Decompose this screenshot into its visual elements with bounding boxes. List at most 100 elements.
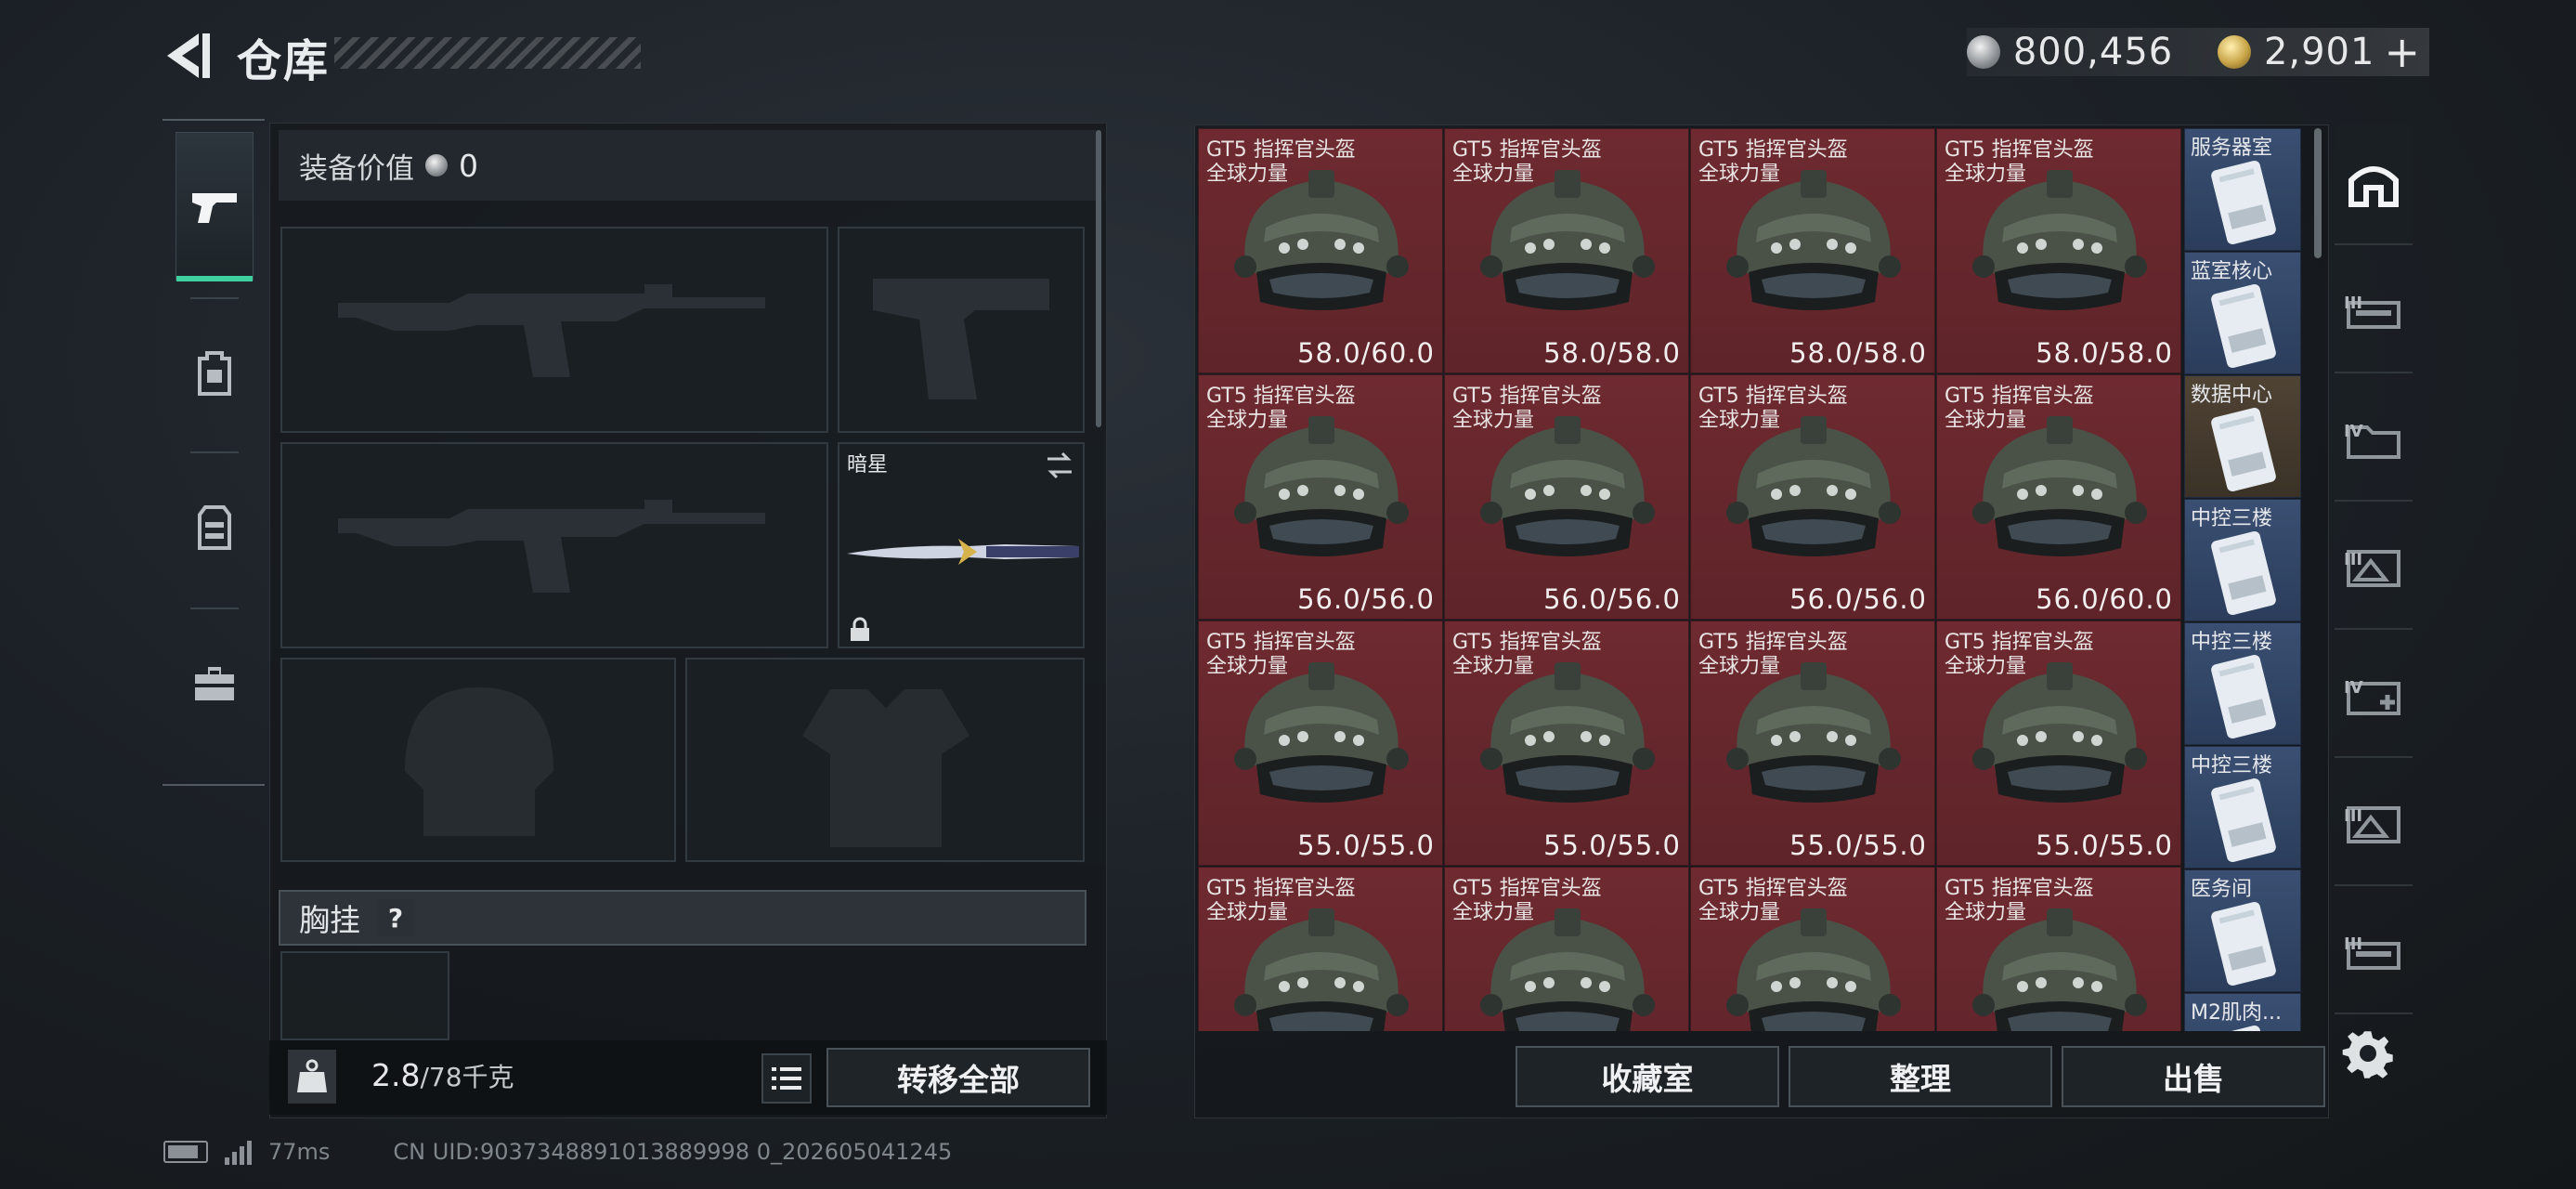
pistol-icon [192, 193, 237, 223]
chest-rig-slot[interactable] [280, 951, 449, 1040]
organize-button[interactable]: 整理 [1789, 1046, 2052, 1107]
ping-readout: 77ms [268, 1139, 331, 1165]
tab-mountain-case[interactable]: III [2335, 509, 2413, 630]
tab-folder[interactable]: IV [2335, 381, 2413, 502]
toolbox-icon [195, 667, 234, 700]
tab-weapon-case[interactable]: III [2335, 253, 2413, 373]
melee-slot[interactable]: 暗星 [838, 442, 1085, 648]
chest-rig-label: 胸挂 [299, 902, 360, 938]
item-durability: 58.0/60.0 [1297, 337, 1435, 369]
gold-balance: 2,901 [2263, 31, 2375, 73]
add-currency-button[interactable]: + [2384, 27, 2420, 77]
knife-icon [847, 539, 1079, 565]
rail-item-toolbox[interactable] [176, 609, 254, 758]
helmet-icon [1234, 170, 1409, 310]
helmet-icon [1726, 662, 1901, 803]
primary-weapon-slot[interactable] [280, 227, 828, 433]
stash-scrollbar[interactable] [2314, 128, 2322, 258]
stash-item-helmet[interactable]: GT5 指挥官头盔 全球力量 56.0/56.0 [1444, 374, 1689, 620]
stash-item-keycard[interactable]: M2肌肉... [2184, 993, 2301, 1031]
stash-item-helmet[interactable]: GT5 指挥官头盔 全球力量 [1690, 867, 1935, 1031]
stash-item-helmet[interactable]: GT5 指挥官头盔 全球力量 55.0/55.0 [1936, 621, 2181, 866]
stash-item-helmet[interactable]: GT5 指挥官头盔 全球力量 [1444, 867, 1689, 1031]
stash-item-keycard[interactable]: 数据中心 [2184, 375, 2301, 498]
tab-weapon-case-2[interactable]: III [2335, 894, 2413, 1014]
helmet-icon [1234, 662, 1409, 803]
item-durability: 55.0/55.0 [1789, 830, 1927, 861]
keycard-icon [2211, 530, 2276, 616]
helmet-icon [1234, 416, 1409, 556]
stash-item-keycard[interactable]: 中控三楼 [2184, 499, 2301, 621]
keycard-label: 中控三楼 [2191, 507, 2273, 530]
secondary-weapon-slot[interactable] [280, 442, 828, 648]
keycard-icon [2211, 654, 2276, 739]
stash-item-helmet[interactable]: GT5 指挥官头盔 全球力量 58.0/58.0 [1690, 128, 1935, 373]
stash-item-helmet[interactable]: GT5 指挥官头盔 全球力量 56.0/56.0 [1198, 374, 1443, 620]
tab-mountain-case-2[interactable]: III [2335, 765, 2413, 886]
silver-coin-icon [425, 154, 448, 176]
stash-item-keycard[interactable]: 中控三楼 [2184, 622, 2301, 745]
rail-item-weapons[interactable] [176, 132, 254, 281]
stash-item-keycard[interactable]: 蓝室核心 [2184, 252, 2301, 374]
gold-coin-icon [2218, 35, 2251, 69]
loadout-scrollbar[interactable] [1096, 130, 1101, 427]
stash-item-helmet[interactable]: GT5 指挥官头盔 全球力量 55.0/55.0 [1690, 621, 1935, 866]
category-rail [163, 119, 265, 786]
equipment-value-label: 装备价值 [299, 151, 414, 186]
equipment-value-bar: 装备价值 0 [279, 130, 1096, 201]
sell-button[interactable]: 出售 [2062, 1046, 2325, 1107]
help-button[interactable]: ? [377, 899, 414, 936]
user-id: CN UID:9037348891013889998 0_20260504124… [393, 1139, 953, 1165]
stash-item-helmet[interactable]: GT5 指挥官头盔 全球力量 58.0/58.0 [1936, 128, 2181, 373]
helmet-silhouette-icon [405, 687, 553, 836]
stash-item-keycard[interactable]: 中控三楼 [2184, 746, 2301, 869]
currency-bar: 800,456 2,901 + [1967, 27, 2429, 77]
stash-item-helmet[interactable]: GT5 指挥官头盔 全球力量 56.0/56.0 [1690, 374, 1935, 620]
weight-current: 2.8 [371, 1057, 421, 1093]
keycard-icon [2211, 407, 2276, 492]
helmet-icon [1972, 662, 2147, 803]
back-button[interactable] [158, 28, 223, 84]
melee-name: 暗星 [847, 453, 889, 477]
signal-icon [225, 1139, 252, 1165]
sidearm-slot[interactable] [838, 227, 1085, 433]
stash-item-helmet[interactable]: GT5 指挥官头盔 全球力量 [1198, 867, 1443, 1031]
stash-item-helmet[interactable]: GT5 指挥官头盔 全球力量 58.0/60.0 [1198, 128, 1443, 373]
swap-icon[interactable] [1044, 451, 1075, 479]
gear-icon [2342, 1031, 2393, 1078]
rail-item-vest[interactable] [176, 453, 254, 602]
item-skin: 全球力量 [1206, 409, 1289, 432]
item-durability: 58.0/58.0 [2036, 337, 2173, 369]
item-skin: 全球力量 [1206, 655, 1289, 678]
rail-item-backpack[interactable] [176, 299, 254, 448]
item-durability: 56.0/56.0 [1789, 583, 1927, 615]
item-skin: 全球力量 [1945, 901, 2027, 924]
item-skin: 全球力量 [1452, 409, 1535, 432]
armor-slot[interactable] [685, 658, 1085, 862]
tier-label: IV [2344, 422, 2363, 441]
stash-item-helmet[interactable]: GT5 指挥官头盔 全球力量 56.0/60.0 [1936, 374, 2181, 620]
collection-room-button[interactable]: 收藏室 [1516, 1046, 1779, 1107]
item-skin: 全球力量 [1698, 655, 1781, 678]
item-skin: 全球力量 [1698, 409, 1781, 432]
title-decoration [334, 37, 641, 69]
item-durability: 55.0/55.0 [2036, 830, 2173, 861]
stash-item-helmet[interactable]: GT5 指挥官头盔 全球力量 55.0/55.0 [1444, 621, 1689, 866]
helmet-icon [1726, 170, 1901, 310]
settings-button[interactable] [2340, 1026, 2396, 1081]
tab-medkit[interactable]: IV [2335, 637, 2413, 758]
helmet-slot[interactable] [280, 658, 676, 862]
stash-item-helmet[interactable]: GT5 指挥官头盔 全球力量 55.0/55.0 [1198, 621, 1443, 866]
transfer-all-button[interactable]: 转移全部 [826, 1048, 1090, 1107]
stash-item-helmet[interactable]: GT5 指挥官头盔 全球力量 58.0/58.0 [1444, 128, 1689, 373]
keycard-label: 服务器室 [2191, 137, 2273, 160]
item-skin: 全球力量 [1452, 163, 1535, 186]
helmet-icon [1480, 416, 1655, 556]
stash-item-keycard[interactable]: 服务器室 [2184, 128, 2301, 251]
tier-label: III [2344, 550, 2363, 569]
list-view-button[interactable] [761, 1053, 812, 1104]
stash-item-keycard[interactable]: 医务间 [2184, 869, 2301, 992]
status-bar: 77ms CN UID:9037348891013889998 0_202605… [163, 1139, 952, 1165]
tab-home[interactable] [2335, 124, 2413, 245]
stash-item-helmet[interactable]: GT5 指挥官头盔 全球力量 [1936, 867, 2181, 1031]
